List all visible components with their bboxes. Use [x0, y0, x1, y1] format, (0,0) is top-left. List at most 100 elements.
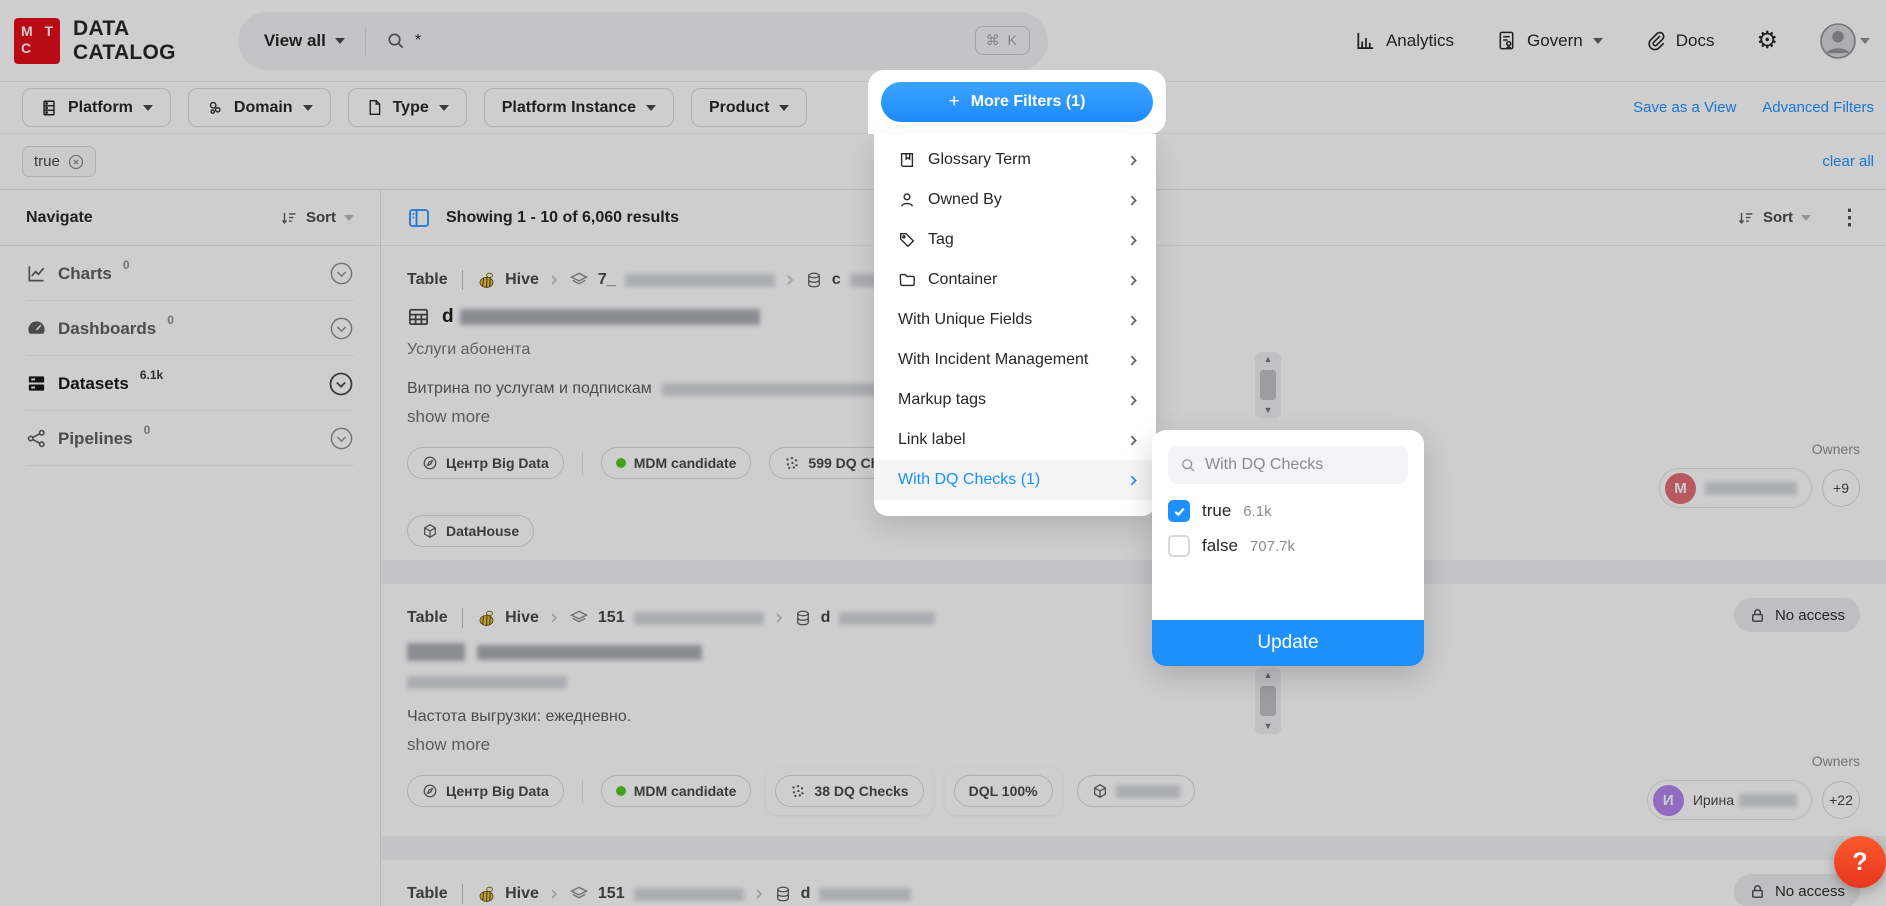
mtc-logo-icon: M T C: [14, 18, 60, 64]
tag-dq-checks[interactable]: 38 DQ Checks: [775, 775, 923, 807]
database-name-prefix[interactable]: d: [821, 609, 831, 627]
chevron-down-icon: [1593, 38, 1603, 44]
nav-analytics[interactable]: Analytics: [1355, 30, 1454, 51]
more-owners-button[interactable]: +9: [1822, 469, 1860, 507]
remove-filter-icon[interactable]: [68, 154, 84, 170]
scroll-up-icon[interactable]: ▲: [1264, 671, 1273, 680]
analytics-label: Analytics: [1386, 31, 1454, 51]
filter-platform[interactable]: Platform: [22, 88, 171, 127]
sidebar-item-datasets[interactable]: Datasets 6.1k: [0, 356, 380, 411]
dq-option-false[interactable]: false 707.7k: [1168, 535, 1408, 557]
tag-scrollbar[interactable]: ▲ ▼: [1255, 352, 1281, 418]
tag-center-big-data[interactable]: Центр Big Data: [407, 447, 564, 479]
advanced-filters-link[interactable]: Advanced Filters: [1762, 99, 1874, 116]
scroll-thumb[interactable]: [1260, 686, 1276, 716]
filter-domain[interactable]: Domain: [188, 88, 331, 127]
more-filters-label: More Filters (1): [971, 93, 1086, 111]
help-button[interactable]: ?: [1834, 836, 1886, 888]
chevron-right-icon: [753, 888, 765, 900]
platform-label[interactable]: Hive: [505, 609, 539, 627]
dq-search-input[interactable]: With DQ Checks: [1168, 446, 1408, 484]
owner-pill[interactable]: И Ирина: [1647, 780, 1812, 820]
tag-scrollbar[interactable]: ▲ ▼: [1255, 668, 1281, 734]
filter-type[interactable]: Type: [348, 88, 467, 127]
view-all-dropdown[interactable]: View all: [264, 31, 345, 51]
plus-icon: +: [949, 91, 960, 113]
sidebar-item-pipelines[interactable]: Pipelines 0: [0, 411, 380, 466]
more-filters-button[interactable]: + More Filters (1): [881, 82, 1153, 122]
owners-section: Owners M +9: [1659, 441, 1860, 508]
results-sort-button[interactable]: Sort: [1737, 209, 1811, 227]
no-access-badge: No access: [1734, 598, 1860, 632]
owner-pill[interactable]: M: [1659, 468, 1812, 508]
chevron-right-icon: [1127, 394, 1140, 407]
scroll-thumb[interactable]: [1260, 370, 1276, 400]
circle-chevron-down-icon[interactable]: [329, 426, 354, 451]
database-name-prefix[interactable]: d: [801, 885, 811, 903]
menu-item-with-incident-management[interactable]: With Incident Management: [874, 340, 1156, 380]
tag-redacted[interactable]: [1077, 775, 1195, 807]
toggle-matches-panel-icon[interactable]: [407, 206, 431, 230]
database-name-prefix[interactable]: c: [832, 271, 841, 289]
menu-item-with-dq-checks[interactable]: With DQ Checks (1): [874, 460, 1156, 500]
app-logo[interactable]: M T C DATA CATALOG: [14, 17, 176, 63]
scroll-down-icon[interactable]: ▼: [1264, 722, 1273, 731]
menu-item-tag[interactable]: Tag: [874, 220, 1156, 260]
result-card[interactable]: No access Table Hive 151 d: [381, 860, 1886, 906]
sort-icon: [280, 209, 298, 227]
menu-item-owned-by[interactable]: Owned By: [874, 180, 1156, 220]
settings-gear-icon[interactable]: ⚙: [1756, 29, 1778, 53]
update-button[interactable]: Update: [1152, 620, 1424, 666]
nav-docs[interactable]: Docs: [1645, 30, 1715, 51]
nav-govern[interactable]: Govern: [1496, 30, 1603, 51]
menu-item-with-unique-fields[interactable]: With Unique Fields: [874, 300, 1156, 340]
circle-chevron-down-icon[interactable]: [328, 371, 354, 397]
tag-center-big-data[interactable]: Центр Big Data: [407, 775, 564, 807]
circle-chevron-down-icon[interactable]: [329, 261, 354, 286]
filter-product[interactable]: Product: [691, 88, 807, 127]
active-filter-chip-true[interactable]: true: [22, 146, 96, 177]
tag-mdm-candidate[interactable]: MDM candidate: [601, 775, 752, 807]
sidebar-item-dashboards[interactable]: Dashboards 0: [0, 301, 380, 356]
save-as-view-link[interactable]: Save as a View: [1633, 99, 1736, 116]
scroll-down-icon[interactable]: ▼: [1264, 406, 1273, 415]
tag-dql-score[interactable]: DQL 100%: [954, 775, 1053, 807]
tag-mdm-candidate[interactable]: MDM candidate: [601, 447, 752, 479]
checkbox-unchecked-icon[interactable]: [1168, 535, 1190, 557]
menu-item-link-label[interactable]: Link label: [874, 420, 1156, 460]
govern-icon: [1496, 30, 1517, 51]
dataset-title[interactable]: [407, 643, 1860, 661]
redacted-text: [460, 309, 760, 325]
container-name-prefix[interactable]: 7_: [598, 271, 616, 289]
hive-bee-icon: [477, 885, 496, 904]
checkbox-checked-icon[interactable]: [1168, 500, 1190, 522]
platform-label[interactable]: Hive: [505, 885, 539, 903]
platform-label[interactable]: Hive: [505, 271, 539, 289]
menu-item-glossary-term[interactable]: Glossary Term: [874, 140, 1156, 180]
scroll-up-icon[interactable]: ▲: [1264, 355, 1273, 364]
more-owners-button[interactable]: +22: [1822, 781, 1860, 819]
result-card[interactable]: No access Table Hive 151 d: [381, 584, 1886, 836]
kebab-menu-icon[interactable]: ⋮: [1839, 207, 1860, 228]
container-name-prefix[interactable]: 151: [598, 885, 625, 903]
glossary-icon: [898, 151, 916, 169]
govern-label: Govern: [1527, 31, 1583, 51]
sidebar-item-charts[interactable]: Charts 0: [0, 246, 380, 301]
search-input[interactable]: *: [386, 31, 975, 50]
database-icon: [774, 885, 792, 903]
dataset-icon: [26, 373, 47, 394]
tag-datahouse[interactable]: DataHouse: [407, 515, 534, 547]
user-avatar[interactable]: [1820, 23, 1870, 59]
show-more-link[interactable]: show more: [407, 407, 490, 427]
sidebar-sort-button[interactable]: Sort: [280, 209, 354, 227]
container-name-prefix[interactable]: 151: [598, 609, 625, 627]
dq-option-true[interactable]: true 6.1k: [1168, 500, 1408, 522]
filter-platform-instance[interactable]: Platform Instance: [484, 88, 674, 127]
clear-all-link[interactable]: clear all: [1822, 153, 1874, 170]
menu-item-markup-tags[interactable]: Markup tags: [874, 380, 1156, 420]
folder-icon: [898, 271, 916, 289]
menu-item-container[interactable]: Container: [874, 260, 1156, 300]
circle-chevron-down-icon[interactable]: [329, 316, 354, 341]
show-more-link[interactable]: show more: [407, 735, 490, 755]
entity-breadcrumb: Table Hive 151 d: [407, 608, 1860, 628]
